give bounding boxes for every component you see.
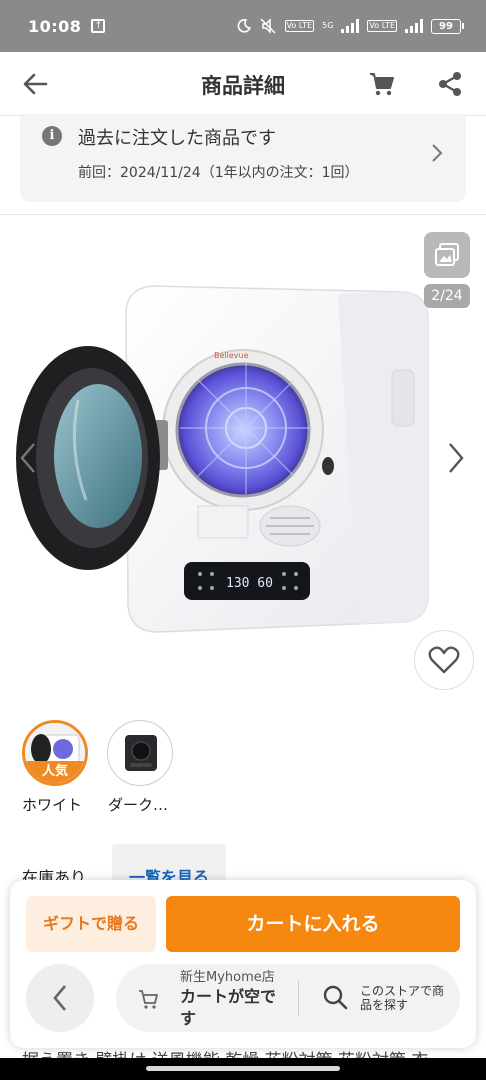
chevron-left-icon[interactable]	[18, 440, 38, 476]
dryer-display: 130 60	[226, 576, 273, 591]
cart-icon[interactable]	[138, 988, 160, 1010]
system-nav-bar	[0, 1058, 486, 1080]
gallery-icon[interactable]	[424, 232, 470, 278]
status-time: 10:08	[28, 16, 82, 36]
store-bar: 新生Myhome店 カートが空です このストアで商品を探す	[116, 964, 460, 1032]
popular-badge: 人気	[25, 761, 85, 783]
past-order-title: 過去に注文した商品です	[78, 128, 276, 149]
variant-dark[interactable]	[107, 720, 173, 786]
image-counter: 2/24	[424, 284, 470, 308]
variant-dark-thumbnail	[125, 735, 157, 771]
separator	[298, 980, 299, 1016]
variant-dark-label: ダーク…	[108, 796, 169, 814]
chevron-right-icon[interactable]	[446, 440, 466, 476]
chevron-left-icon	[53, 985, 66, 1011]
cart-icon[interactable]	[368, 70, 396, 98]
moon-icon	[237, 19, 251, 33]
signal-icon-2	[405, 19, 423, 33]
chevron-right-icon	[430, 142, 444, 164]
share-icon[interactable]	[436, 70, 464, 98]
upload-notification-icon: ↑	[91, 19, 106, 33]
cart-status[interactable]: カートが空です	[180, 986, 290, 1030]
battery-icon: 99	[431, 18, 464, 34]
add-to-cart-button[interactable]: カートに入れる	[166, 896, 460, 952]
volte-icon-2: Vo LTE	[367, 20, 397, 32]
mute-icon	[259, 18, 277, 34]
home-gesture-bar[interactable]	[146, 1066, 340, 1071]
status-bar: 10:08 ↑ Vo LTE 5G Vo LTE 99	[0, 0, 486, 52]
store-search-button[interactable]: このストアで商品を探す	[360, 984, 450, 1012]
previous-button[interactable]	[26, 964, 94, 1032]
past-order-subtitle: 前回：2024/11/24（1年以内の注文：1回）	[78, 165, 359, 181]
favorite-heart-icon[interactable]	[414, 630, 474, 690]
page-title: 商品詳細	[201, 74, 285, 98]
info-icon: i	[42, 126, 62, 146]
divider	[0, 214, 486, 215]
network-type: 5G	[322, 21, 334, 30]
dryer-brand: Bellevue	[214, 351, 249, 360]
signal-icon	[341, 19, 360, 33]
volte-icon: Vo LTE	[284, 20, 315, 32]
product-image[interactable]: Bellevue 130 60	[8, 270, 438, 650]
gift-button[interactable]: ギフトで贈る	[26, 896, 156, 952]
variant-white[interactable]: 人気	[22, 720, 88, 786]
app-screen: 10:08 ↑ Vo LTE 5G Vo LTE 99 商品詳細 i 過去に注文…	[0, 0, 486, 1080]
past-order-notice[interactable]: i 過去に注文した商品です 前回：2024/11/24（1年以内の注文：1回）	[20, 114, 466, 202]
search-icon[interactable]	[322, 984, 348, 1010]
store-name: 新生Myhome店	[180, 970, 275, 985]
variant-white-label: ホワイト	[22, 796, 83, 814]
purchase-panel: ギフトで贈る カートに入れる 新生Myhome店 カートが空です このストアで商…	[10, 880, 476, 1048]
app-header: 商品詳細	[0, 52, 486, 116]
